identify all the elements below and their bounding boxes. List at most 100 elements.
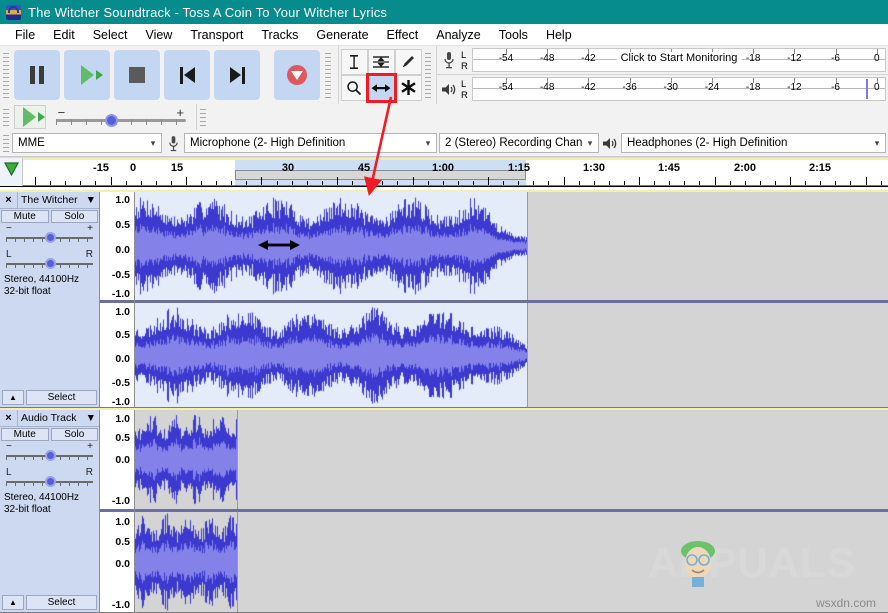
recording-channels-select[interactable]: 2 (Stereo) Recording Chan ▾ (439, 133, 599, 153)
track-waveform-area[interactable] (135, 192, 888, 407)
device-grip[interactable] (2, 132, 11, 152)
waveform-right-channel[interactable] (135, 512, 888, 612)
microphone-icon (437, 46, 461, 74)
tools-grip-right[interactable] (424, 50, 433, 100)
title-bar: The Witcher Soundtrack - Toss A Coin To … (0, 0, 888, 24)
toolbar-grip[interactable] (2, 50, 11, 100)
menu-view[interactable]: View (136, 26, 181, 44)
speed-slider-knob[interactable] (105, 114, 118, 127)
mute-button[interactable]: Mute (1, 428, 49, 441)
envelope-tool[interactable] (368, 49, 395, 75)
record-button[interactable] (274, 50, 320, 100)
menu-help[interactable]: Help (537, 26, 581, 44)
skip-to-start-button[interactable] (164, 50, 210, 100)
envelope-icon (372, 54, 390, 70)
empty-grip[interactable] (199, 106, 208, 128)
stop-button[interactable] (114, 50, 160, 100)
track-vertical-ruler[interactable]: 1.0 0.5 0.0 -1.0 1.0 0.5 0.0 -1.0 (100, 410, 135, 612)
track-close-button[interactable]: × (0, 192, 18, 208)
left-right-arrow-icon (371, 81, 391, 95)
recording-meter-toolbar[interactable]: LR -54 -48 -42 -18 -12 -6 (437, 46, 888, 75)
waveform-left-channel[interactable] (135, 192, 888, 300)
triangle-up-icon: ▲ (9, 393, 17, 402)
track-select-button[interactable]: Select (26, 595, 97, 610)
multi-tool[interactable] (395, 75, 422, 101)
menu-select[interactable]: Select (84, 26, 137, 44)
ruler-label-2-00: 2:00 (734, 162, 756, 174)
waveform-right-channel[interactable] (135, 303, 888, 407)
rec-tick--48: -48 (540, 53, 554, 64)
menu-effect[interactable]: Effect (378, 26, 428, 44)
track-name-dropdown[interactable]: Audio Track ▼ (18, 412, 99, 424)
track-select-button[interactable]: Select (26, 390, 97, 405)
play-tick--18: -18 (746, 82, 760, 93)
menu-analyze[interactable]: Analyze (427, 26, 489, 44)
playback-device-select[interactable]: Headphones (2- High Definition ▾ (621, 133, 886, 153)
track-format-line1: Stereo, 44100Hz (4, 492, 95, 504)
play-button[interactable] (64, 50, 110, 100)
play-at-speed-button[interactable] (14, 105, 46, 129)
ruler-label-15: 15 (171, 162, 183, 174)
menu-generate[interactable]: Generate (307, 26, 377, 44)
track-format-line2: 32-bit float (4, 504, 95, 516)
audio-host-select[interactable]: MME ▾ (12, 133, 162, 153)
waveform-canvas (135, 303, 527, 407)
track-collapse-button[interactable]: ▲ (2, 595, 24, 610)
recording-meter-bar[interactable]: -54 -48 -42 -18 -12 -6 0 Click to Start … (472, 48, 886, 72)
vscale-0-5-r: 0.5 (115, 536, 130, 548)
gain-slider[interactable]: − + (6, 226, 93, 244)
ruler-label--15: -15 (93, 162, 109, 174)
play-tick--24: -24 (705, 82, 719, 93)
time-shift-tool[interactable] (368, 75, 395, 101)
pause-button[interactable] (14, 50, 60, 100)
vscale-1-0-r: 1.0 (115, 306, 130, 318)
pan-slider[interactable]: L R (6, 252, 93, 270)
waveform-left-channel[interactable] (135, 410, 888, 509)
waveform-canvas (135, 192, 527, 300)
skip-to-end-button[interactable] (214, 50, 260, 100)
selection-tool[interactable] (341, 49, 368, 75)
track-title: The Witcher (21, 194, 78, 206)
track-audio-track: × Audio Track ▼ Mute Solo − + (0, 408, 888, 613)
track-name-dropdown[interactable]: The Witcher ▼ (18, 194, 99, 206)
gain-slider[interactable]: − + (6, 444, 93, 462)
solo-button[interactable]: Solo (51, 428, 99, 441)
solo-button[interactable]: Solo (51, 210, 99, 223)
transport-grip-right[interactable] (324, 50, 333, 100)
pause-icon (30, 66, 44, 84)
skip-to-start-icon (180, 67, 195, 84)
pan-slider[interactable]: L R (6, 470, 93, 488)
track-collapse-button[interactable]: ▲ (2, 390, 24, 405)
draw-tool[interactable] (395, 49, 422, 75)
recording-device-select[interactable]: Microphone (2- High Definition ▾ (184, 133, 437, 153)
playback-speed-slider[interactable]: − + (56, 106, 186, 128)
skip-to-end-icon (230, 67, 245, 84)
track-vertical-ruler[interactable]: 1.0 0.5 0.0 -0.5 -1.0 1.0 0.5 0.0 -0.5 -… (100, 192, 135, 407)
menu-transport[interactable]: Transport (181, 26, 252, 44)
playback-meter-toolbar[interactable]: LR -54 -48 -42 -36 -30 -24 -18 -12 (437, 75, 888, 103)
pinned-play-head-button[interactable] (0, 158, 23, 186)
window-title: The Witcher Soundtrack - Toss A Coin To … (28, 5, 387, 20)
zoom-tool[interactable] (341, 75, 368, 101)
speed-grip[interactable] (2, 106, 11, 128)
vscale--1-0-r: -1.0 (112, 396, 130, 408)
pan-left-label: L (6, 249, 12, 260)
mute-button[interactable]: Mute (1, 210, 49, 223)
playback-meter-bar[interactable]: -54 -48 -42 -36 -30 -24 -18 -12 -6 0 (472, 77, 886, 101)
track-close-button[interactable]: × (0, 410, 18, 426)
menu-edit[interactable]: Edit (44, 26, 84, 44)
recording-meter-channels: LR (461, 46, 472, 74)
click-to-start-monitoring-label[interactable]: Click to Start Monitoring (617, 52, 742, 64)
timeline-ruler[interactable]: -15 0 15 30 45 1:00 1:15 1:30 1:45 2:00 … (0, 158, 888, 187)
menu-tools[interactable]: Tools (490, 26, 537, 44)
pan-right-label: R (86, 467, 93, 478)
menu-file[interactable]: File (6, 26, 44, 44)
vscale-1-0: 1.0 (115, 413, 130, 425)
track-waveform-area[interactable] (135, 410, 888, 612)
clip-edge-line (527, 303, 528, 407)
vscale-0-5: 0.5 (115, 432, 130, 444)
vscale-0-5: 0.5 (115, 219, 130, 231)
timeline-ruler-track[interactable]: -15 0 15 30 45 1:00 1:15 1:30 1:45 2:00 … (23, 158, 888, 186)
play-at-speed-toolbar: − + (0, 104, 197, 130)
menu-tracks[interactable]: Tracks (252, 26, 307, 44)
